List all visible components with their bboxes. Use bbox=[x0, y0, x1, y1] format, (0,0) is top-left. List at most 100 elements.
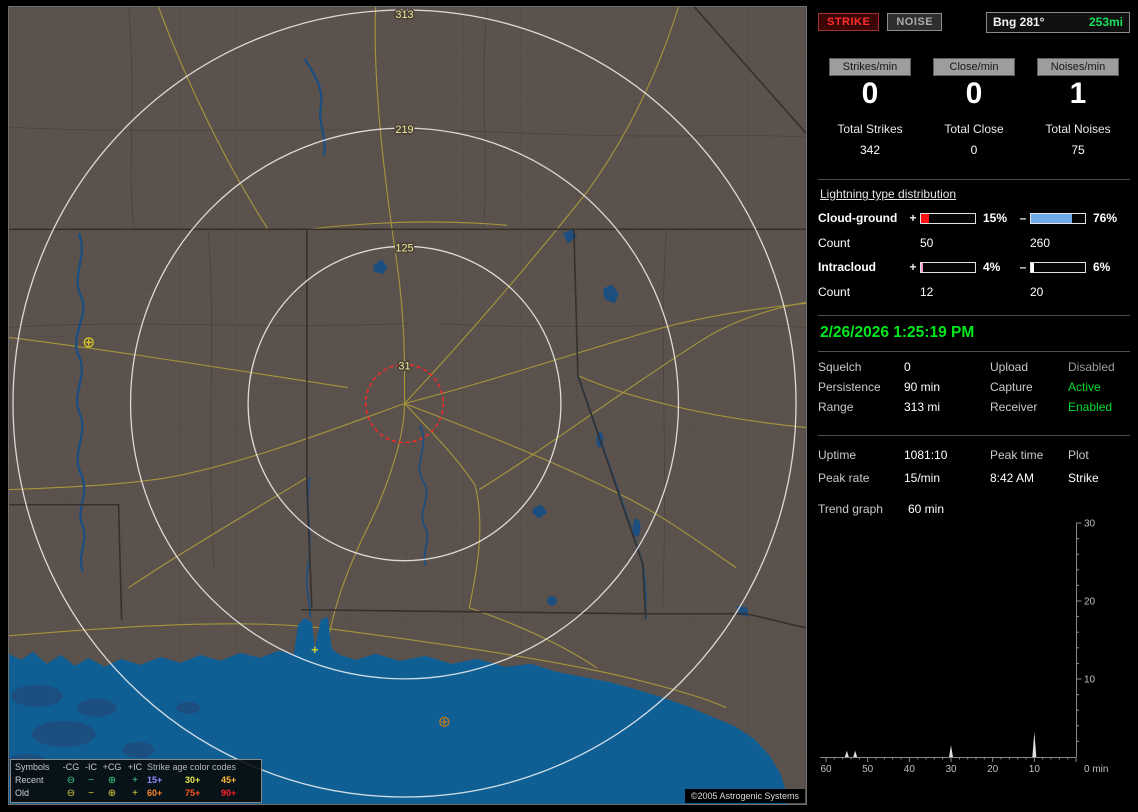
age-code: 30+ bbox=[185, 775, 201, 785]
cloud-ground-count-row: Count 50 260 bbox=[818, 231, 1130, 254]
total-noises-value: 75 bbox=[1071, 143, 1085, 157]
svg-text:10: 10 bbox=[1084, 675, 1096, 686]
range-label: Range bbox=[818, 400, 854, 414]
mode-toolbar: STRIKE NOISE Bng 281° 253mi bbox=[818, 11, 1130, 33]
capture-label: Capture bbox=[990, 380, 1033, 394]
pos-ic-icon: + bbox=[132, 788, 138, 799]
ic-minus-percent: 6% bbox=[1093, 260, 1111, 274]
divider bbox=[818, 435, 1130, 436]
svg-text:0 min: 0 min bbox=[1084, 764, 1108, 775]
svg-text:40: 40 bbox=[904, 764, 916, 775]
stats-row: Uptime 1081:10 Peak time Plot bbox=[818, 443, 1130, 466]
svg-text:20: 20 bbox=[1084, 597, 1096, 608]
pos-cg-icon: ⊕ bbox=[107, 788, 117, 799]
pos-cg-icon: ⊕ bbox=[107, 775, 117, 786]
svg-text:10: 10 bbox=[1029, 764, 1041, 775]
datetime-display: 2/26/2026 1:25:19 PM bbox=[820, 324, 975, 341]
ic-minus-bar bbox=[1030, 261, 1086, 273]
strike-toggle-button[interactable]: STRIKE bbox=[818, 13, 880, 31]
settings-row: Persistence 90 min Capture Active bbox=[818, 377, 1130, 397]
total-close-value: 0 bbox=[970, 143, 978, 157]
legend-row-recent: Recent bbox=[15, 775, 44, 785]
total-noises-label: Total Noises bbox=[1045, 122, 1111, 136]
capture-status: Active bbox=[1068, 380, 1101, 394]
svg-text:60: 60 bbox=[820, 764, 832, 775]
peak-time-label: Peak time bbox=[990, 447, 1044, 462]
legend-age-header: Strike age color codes bbox=[147, 762, 237, 772]
stats-row: Peak rate 15/min 8:42 AM Strike bbox=[818, 466, 1130, 489]
uptime-value: 1081:10 bbox=[904, 447, 948, 462]
neg-cg-icon: ⊖ bbox=[66, 788, 76, 799]
distribution-title: Lightning type distribution bbox=[820, 187, 957, 201]
neg-ic-icon: − bbox=[88, 788, 94, 799]
svg-text:30: 30 bbox=[945, 764, 957, 775]
receiver-label: Receiver bbox=[990, 400, 1038, 414]
cloud-ground-row: Cloud-ground + 15% – 76% bbox=[818, 205, 1130, 231]
cg-minus-percent: 76% bbox=[1093, 211, 1118, 225]
strikes-per-min-value: 0 bbox=[861, 77, 879, 110]
bearing-value: Bng 281° bbox=[993, 15, 1045, 29]
range-value: 313 mi bbox=[904, 400, 941, 414]
legend-col-pos-cg: +CG bbox=[102, 762, 122, 772]
squelch-label: Squelch bbox=[818, 360, 862, 374]
legend-col-neg-cg: -CG bbox=[62, 762, 80, 772]
range-ring-label: 31 bbox=[398, 360, 410, 372]
trend-window-value: 60 min bbox=[908, 502, 945, 516]
strikes-column: Strikes/min 0 Total Strikes 342 bbox=[818, 58, 922, 157]
lightning-map[interactable]: 313 219 125 31 bbox=[9, 7, 806, 804]
map-legend: Symbols -CG -IC +CG +IC Strike age color… bbox=[10, 759, 262, 803]
minus-sign: – bbox=[1019, 260, 1027, 274]
bearing-distance: 253mi bbox=[1088, 15, 1123, 29]
rate-counters: Strikes/min 0 Total Strikes 342 Close/mi… bbox=[818, 58, 1130, 157]
upload-label: Upload bbox=[990, 360, 1029, 374]
svg-text:30: 30 bbox=[1084, 519, 1096, 530]
status-panel: STRIKE NOISE Bng 281° 253mi Strikes/min … bbox=[818, 6, 1130, 806]
strike-symbol bbox=[83, 337, 94, 348]
noises-per-min-box[interactable]: Noises/min bbox=[1037, 58, 1119, 76]
peak-time-value: 8:42 AM bbox=[990, 470, 1035, 485]
close-per-min-box[interactable]: Close/min bbox=[933, 58, 1015, 76]
nexstorm-window: 313 219 125 31 Symbols -CG -IC +CG +IC S… bbox=[0, 0, 1138, 812]
cg-minus-bar bbox=[1030, 212, 1086, 224]
plot-mode-value: Strike bbox=[1068, 470, 1099, 485]
intracloud-label: Intracloud bbox=[818, 260, 877, 274]
age-code: 60+ bbox=[147, 788, 163, 798]
neg-ic-icon: − bbox=[88, 775, 94, 786]
ic-plus-bar bbox=[920, 261, 976, 273]
trend-header: Trend graph 60 min bbox=[818, 502, 1130, 516]
divider bbox=[818, 351, 1130, 352]
intracloud-row: Intracloud + 4% – 6% bbox=[818, 254, 1130, 280]
cg-plus-count: 50 bbox=[920, 235, 934, 250]
neg-cg-icon: ⊖ bbox=[66, 775, 76, 786]
settings-table: Squelch 0 Upload Disabled Persistence 90… bbox=[818, 357, 1130, 417]
trend-graph: 60 50 40 30 20 10 0 min 30 20 10 bbox=[820, 519, 1108, 775]
age-code: 15+ bbox=[147, 775, 163, 785]
peak-rate-label: Peak rate bbox=[818, 470, 870, 485]
noises-per-min-value: 1 bbox=[1069, 77, 1087, 110]
strikes-per-min-box[interactable]: Strikes/min bbox=[829, 58, 911, 76]
age-code: 45+ bbox=[221, 775, 237, 785]
noise-toggle-button[interactable]: NOISE bbox=[887, 13, 943, 31]
settings-row: Squelch 0 Upload Disabled bbox=[818, 357, 1130, 377]
uptime-label: Uptime bbox=[818, 447, 857, 462]
legend-col-neg-ic: -IC bbox=[85, 762, 97, 772]
svg-text:50: 50 bbox=[862, 764, 874, 775]
trend-graph-label: Trend graph bbox=[818, 502, 883, 516]
count-label: Count bbox=[818, 235, 851, 250]
minus-sign: – bbox=[1019, 211, 1027, 225]
squelch-value: 0 bbox=[904, 360, 911, 374]
persistence-value: 90 min bbox=[904, 380, 941, 394]
ic-minus-count: 20 bbox=[1030, 284, 1044, 299]
copyright-notice: ©2005 Astrogenic Systems bbox=[684, 789, 805, 803]
divider bbox=[818, 179, 1130, 180]
pos-ic-icon: + bbox=[132, 775, 138, 786]
bearing-display: Bng 281° 253mi bbox=[986, 11, 1130, 33]
settings-row: Range 313 mi Receiver Enabled bbox=[818, 397, 1130, 417]
legend-symbols-header: Symbols bbox=[15, 762, 50, 772]
range-ring-label: 125 bbox=[395, 242, 413, 254]
cg-minus-count: 260 bbox=[1030, 235, 1051, 250]
cg-plus-percent: 15% bbox=[983, 211, 1008, 225]
legend-col-pos-ic: +IC bbox=[127, 762, 143, 772]
map-view[interactable]: 313 219 125 31 Symbols -CG -IC +CG +IC S… bbox=[8, 6, 807, 805]
svg-text:20: 20 bbox=[987, 764, 999, 775]
